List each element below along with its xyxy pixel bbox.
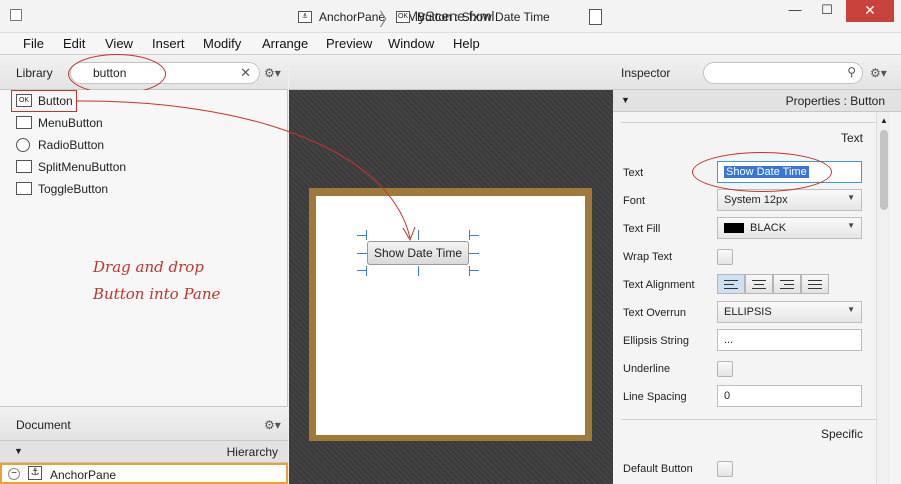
prop-underline-label: Underline	[623, 363, 671, 375]
section-divider	[621, 122, 877, 123]
section-specific-label: Specific	[820, 427, 863, 441]
search-icon[interactable]: ⚲	[847, 65, 856, 79]
align-left-button[interactable]	[717, 274, 745, 294]
scroll-up-icon[interactable]: ▲	[880, 116, 888, 125]
inspector-scrollbar[interactable]: ▲	[876, 112, 890, 484]
prop-font-label: Font	[623, 195, 646, 207]
text-field-highlight-oval	[692, 152, 832, 192]
underline-checkbox[interactable]	[717, 361, 733, 377]
inspector-gear-icon[interactable]: ⚙▾	[870, 66, 887, 80]
collapse-arrow-icon[interactable]: ▼	[621, 95, 630, 105]
dropdown-arrow-icon: ▼	[847, 305, 855, 314]
dropdown-arrow-icon: ▼	[847, 193, 855, 202]
properties-label: Properties : Button	[785, 94, 885, 108]
align-right-button[interactable]	[773, 274, 801, 294]
prop-spacing-label: Line Spacing	[623, 391, 687, 403]
prop-ellipsis-label: Ellipsis String	[623, 335, 690, 347]
text-fill-combo[interactable]: BLACK ▼	[717, 217, 862, 239]
overrun-value: ELLIPSIS	[724, 306, 772, 318]
section-text-label: Text	[840, 131, 863, 145]
font-combo[interactable]: System 12px ▼	[717, 189, 862, 211]
prop-fill-label: Text Fill	[623, 223, 661, 235]
prop-align-label: Text Alignment	[623, 279, 695, 291]
dropdown-arrow-icon: ▼	[847, 221, 855, 230]
inspector-search-input[interactable]: ⚲	[703, 62, 863, 84]
align-center-button[interactable]	[745, 274, 773, 294]
wrap-text-checkbox[interactable]	[717, 249, 733, 265]
text-alignment-group	[717, 274, 829, 294]
align-justify-button[interactable]	[801, 274, 829, 294]
prop-text-label: Text	[623, 167, 644, 179]
ellipsis-string-field[interactable]: ...	[717, 329, 862, 351]
line-spacing-field[interactable]: 0	[717, 385, 862, 407]
inspector-header: Inspector ⚲ ⚙▾	[613, 55, 901, 90]
fill-value: BLACK	[750, 222, 787, 234]
default-button-checkbox[interactable]	[717, 461, 733, 477]
font-value: System 12px	[724, 194, 788, 206]
text-overrun-combo[interactable]: ELLIPSIS ▼	[717, 301, 862, 323]
prop-overrun-label: Text Overrun	[623, 307, 686, 319]
prop-default-label: Default Button	[623, 463, 693, 475]
color-swatch	[724, 223, 744, 234]
section-divider	[621, 419, 877, 420]
scroll-thumb[interactable]	[880, 130, 888, 210]
prop-wrap-label: Wrap Text	[623, 251, 673, 263]
inspector-title: Inspector	[621, 66, 671, 80]
properties-bar[interactable]: ▼ Properties : Button	[613, 90, 901, 112]
